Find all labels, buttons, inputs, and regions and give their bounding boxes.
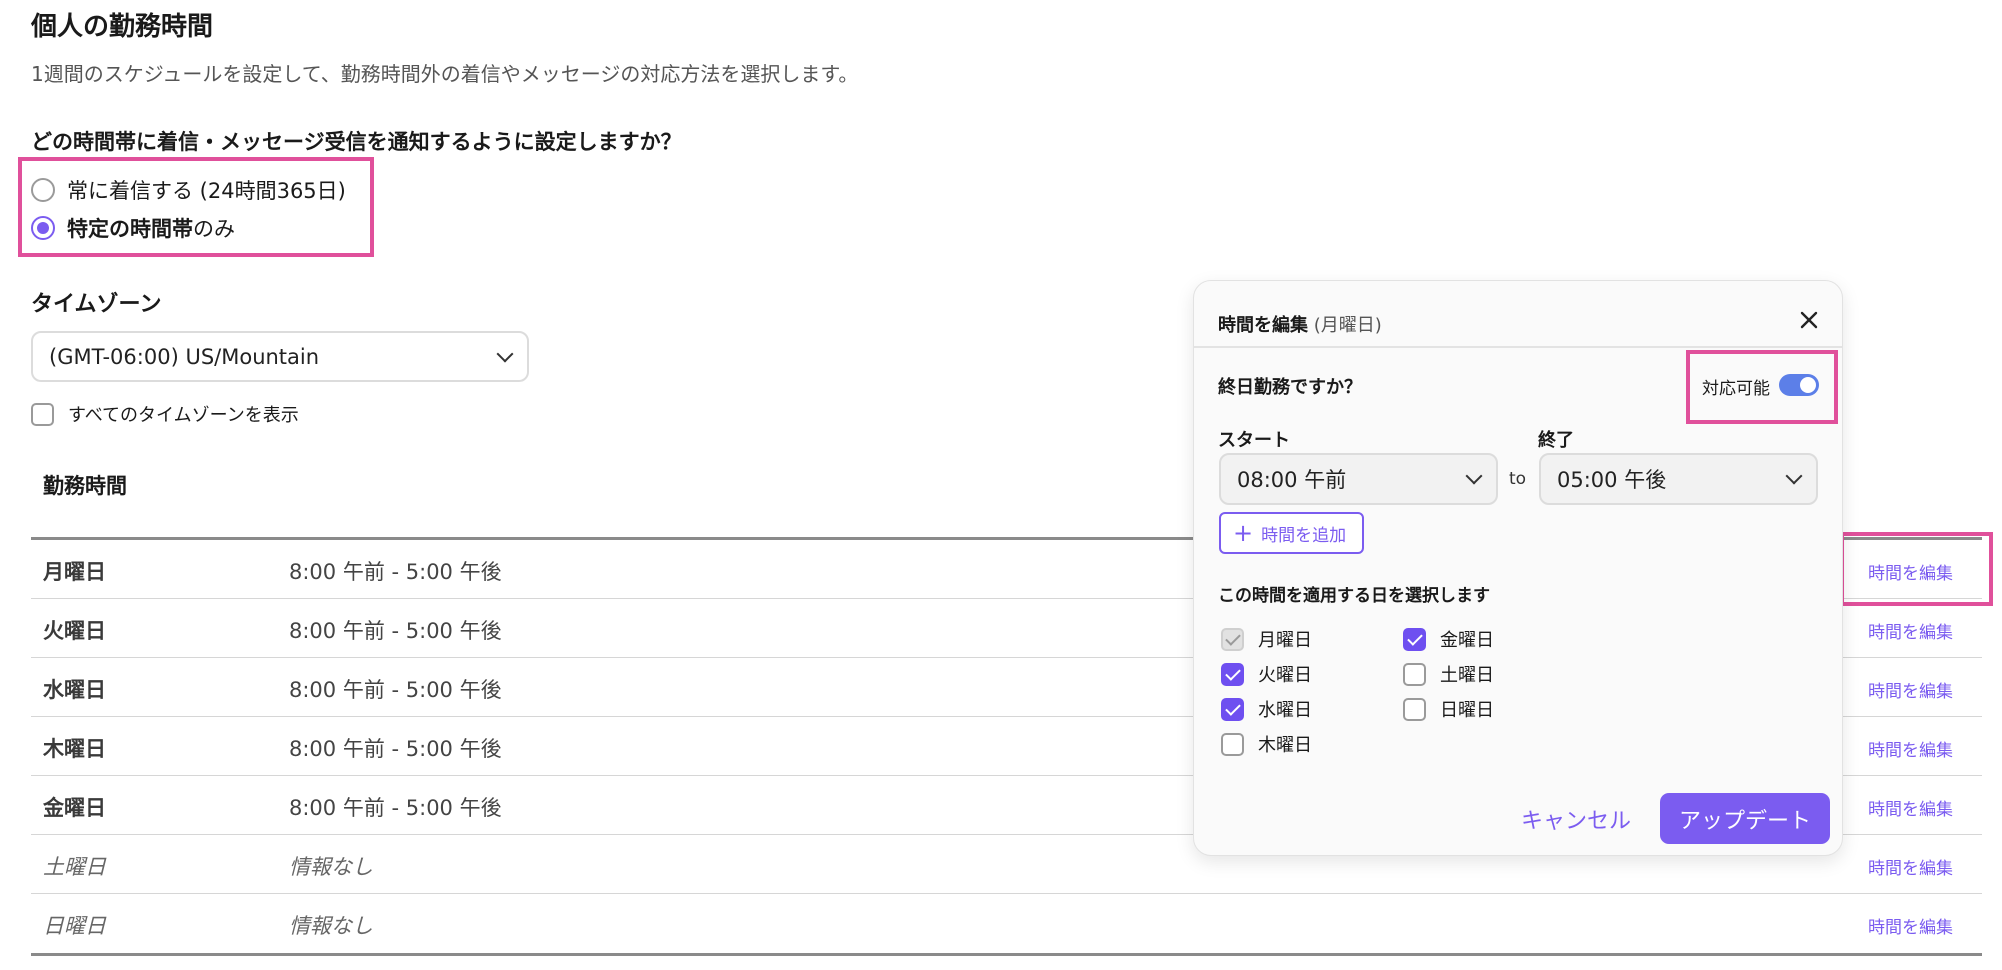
row-hours: 8:00 午前 - 5:00 午後 [289,619,502,643]
day-option[interactable]: 月曜日 [1221,626,1312,652]
edit-hours-link[interactable]: 時間を編集 [1868,913,1953,938]
day-label: 金曜日 [1440,630,1494,651]
day-label: 日曜日 [1440,700,1494,721]
row-hours: 8:00 午前 - 5:00 午後 [289,678,502,702]
day-label: 火曜日 [1258,665,1312,686]
timezone-label: タイムゾーン [31,292,162,317]
row-day: 月曜日 [43,560,106,584]
row-hours: 8:00 午前 - 5:00 午後 [289,737,502,761]
timezone-select[interactable]: (GMT-06:00) US/Mountain [31,331,529,382]
add-time-button[interactable]: + 時間を追加 [1219,512,1364,554]
radio-always-label: 常に着信する (24時間365日) [67,179,346,203]
row-day: 水曜日 [43,678,106,702]
day-checkbox[interactable] [1403,697,1426,721]
show-all-timezones-label: すべてのタイムゾーンを表示 [68,405,299,426]
close-icon[interactable] [1794,305,1824,335]
edit-hours-link[interactable]: 時間を編集 [1868,854,1953,879]
all-day-question: 終日勤務ですか？ [1218,377,1362,398]
to-text: to [1509,469,1527,489]
dialog-title-day: (月曜日) [1313,315,1382,336]
day-option[interactable]: 木曜日 [1221,731,1312,757]
day-label: 水曜日 [1258,700,1312,721]
row-hours: 8:00 午前 - 5:00 午後 [289,796,502,820]
table-row: 日曜日 情報なし 時間を編集 [31,894,1982,953]
row-hours: 8:00 午前 - 5:00 午後 [289,560,502,584]
row-hours: 情報なし [289,855,373,879]
row-day: 金曜日 [43,796,106,820]
day-checkbox [1221,627,1244,651]
show-all-timezones[interactable]: すべてのタイムゾーンを表示 [31,401,299,427]
day-option[interactable]: 日曜日 [1403,696,1494,722]
start-label: スタート [1218,430,1290,451]
day-label: 土曜日 [1440,665,1494,686]
end-time-select[interactable]: 05:00 午後 [1539,453,1818,505]
radio-specific-button[interactable] [31,216,55,240]
cancel-button[interactable]: キャンセル [1506,794,1646,844]
row-day: 火曜日 [43,619,106,643]
day-checkbox[interactable] [1403,662,1426,686]
radio-always[interactable]: 常に着信する (24時間365日) [31,175,346,205]
row-hours: 情報なし [289,914,373,938]
working-hours-label: 勤務時間 [43,474,127,498]
day-checkbox[interactable] [1221,662,1244,686]
available-label: 対応可能 [1702,379,1770,399]
page-title: 個人の勤務時間 [31,12,214,42]
radio-specific-suffix: のみ [193,217,235,241]
day-checkbox[interactable] [1221,697,1244,721]
plus-icon: + [1233,519,1254,547]
day-option[interactable]: 火曜日 [1221,661,1312,687]
dialog-title-text: 時間を編集 [1218,315,1308,336]
day-checkbox[interactable] [1221,732,1244,756]
end-label: 終了 [1538,430,1574,451]
day-checkbox[interactable] [1403,627,1426,651]
show-all-timezones-checkbox[interactable] [31,402,54,426]
edit-hours-link[interactable]: 時間を編集 [1868,736,1953,761]
dialog-divider [1194,346,1842,348]
day-option[interactable]: 金曜日 [1403,626,1494,652]
page-description: 1週間のスケジュールを設定して、勤務時間外の着信やメッセージの対応方法を選択しま… [31,62,859,86]
chevron-down-icon [1465,467,1483,485]
row-day: 日曜日 [43,914,106,938]
radio-always-button[interactable] [31,178,55,202]
day-label: 月曜日 [1258,630,1312,651]
add-time-label: 時間を追加 [1261,525,1347,546]
day-option[interactable]: 土曜日 [1403,661,1494,687]
edit-hours-link[interactable]: 時間を編集 [1868,618,1953,643]
edit-hours-link[interactable]: 時間を編集 [1868,677,1953,702]
dialog-title: 時間を編集 (月曜日) [1218,311,1382,337]
day-label: 木曜日 [1258,735,1312,756]
available-toggle[interactable] [1779,374,1819,396]
edit-link-highlight [1840,532,1993,606]
row-day: 土曜日 [43,855,106,879]
radio-specific[interactable]: 特定の時間帯 のみ [31,213,235,243]
edit-hours-link[interactable]: 時間を編集 [1868,795,1953,820]
update-button[interactable]: アップデート [1660,793,1830,844]
timezone-value: (GMT-06:00) US/Mountain [49,344,320,369]
apply-days-label: この時間を適用する日を選択します [1218,586,1490,606]
day-option[interactable]: 水曜日 [1221,696,1312,722]
end-time-value: 05:00 午後 [1557,468,1667,492]
row-day: 木曜日 [43,737,106,761]
chevron-down-icon [1785,467,1803,485]
chevron-down-icon [496,345,514,362]
notification-question: どの時間帯に着信・メッセージ受信を通知するように設定しますか？ [31,130,682,154]
radio-specific-label: 特定の時間帯 [67,217,193,241]
start-time-value: 08:00 午前 [1237,468,1347,492]
start-time-select[interactable]: 08:00 午前 [1219,453,1498,505]
